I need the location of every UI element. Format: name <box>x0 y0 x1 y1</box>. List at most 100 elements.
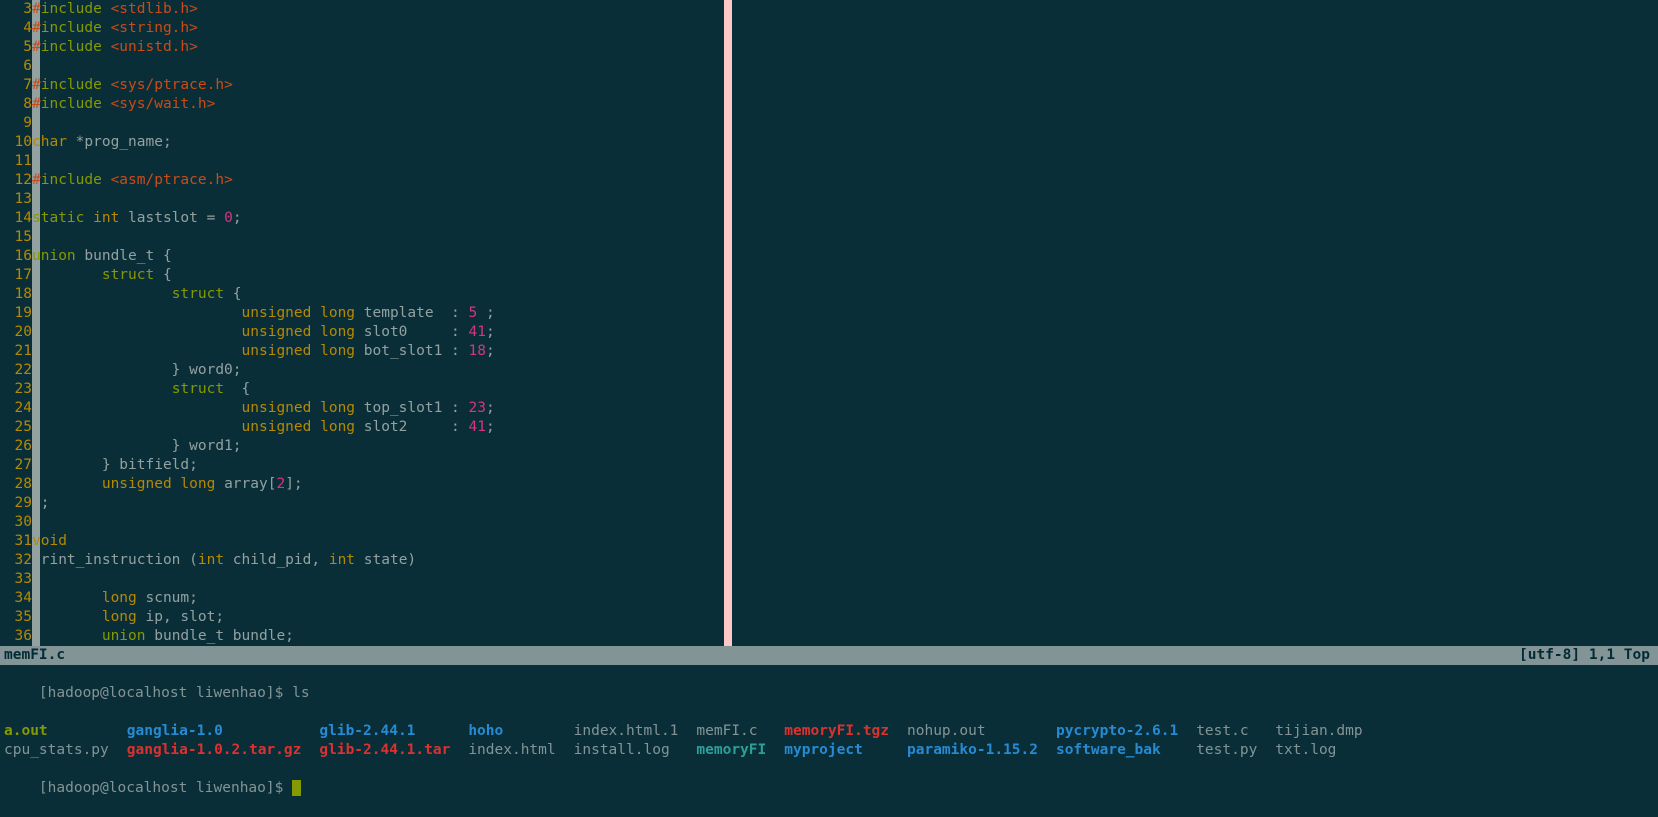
line-number: 14 <box>0 209 34 228</box>
shell-command: ls <box>292 685 309 701</box>
ls-entry: index.html <box>468 741 573 760</box>
code-line[interactable]: 17 struct { <box>0 266 1658 285</box>
line-number: 33 <box>0 570 34 589</box>
code-text: #include <string.h> <box>32 19 198 38</box>
ls-entry: memoryFI <box>696 741 784 760</box>
ls-entry: tijian.dmp <box>1275 722 1380 741</box>
code-line[interactable]: 3#include <stdlib.h> <box>0 0 1658 19</box>
line-number: 26 <box>0 437 34 456</box>
code-line[interactable]: 14static int lastslot = 0; <box>0 209 1658 228</box>
code-line[interactable]: 6 <box>0 57 1658 76</box>
code-text: } word0; <box>32 361 242 380</box>
code-line[interactable]: 10char *prog_name; <box>0 133 1658 152</box>
ls-entry: ganglia-1.0.2.tar.gz <box>127 741 320 760</box>
code-text: struct { <box>32 266 172 285</box>
vim-statusline: memFI.c [utf-8] 1,1 Top <box>0 646 1658 665</box>
line-number: 11 <box>0 152 34 171</box>
code-text: #include <sys/ptrace.h> <box>32 76 233 95</box>
code-line[interactable]: 19 unsigned long template : 5 ; <box>0 304 1658 323</box>
code-line[interactable]: 20 unsigned long slot0 : 41; <box>0 323 1658 342</box>
code-line[interactable]: 24 unsigned long top_slot1 : 23; <box>0 399 1658 418</box>
code-text: union bundle_t { <box>32 247 172 266</box>
status-position: 1,1 <box>1589 647 1615 663</box>
terminal[interactable]: [hadoop@localhost liwenhao]$ ls a.outgan… <box>0 665 1658 817</box>
ls-entry: test.py <box>1196 741 1275 760</box>
ls-entry: memoryFI.tgz <box>784 722 907 741</box>
shell-prompt: [hadoop@localhost liwenhao]$ <box>39 685 292 701</box>
ls-entry: txt.log <box>1275 741 1380 760</box>
code-line[interactable]: 8#include <sys/wait.h> <box>0 95 1658 114</box>
code-line[interactable]: 29}; <box>0 494 1658 513</box>
cursor-column <box>32 152 40 171</box>
code-text: struct { <box>32 285 242 304</box>
code-line[interactable]: 13 <box>0 190 1658 209</box>
code-line[interactable]: 32print_instruction (int child_pid, int … <box>0 551 1658 570</box>
line-number: 36 <box>0 627 34 646</box>
code-line[interactable]: 5#include <unistd.h> <box>0 38 1658 57</box>
line-number: 31 <box>0 532 34 551</box>
code-line[interactable]: 9 <box>0 114 1658 133</box>
code-text: union bundle_t bundle; <box>32 627 294 646</box>
line-number: 25 <box>0 418 34 437</box>
code-line[interactable]: 11 <box>0 152 1658 171</box>
status-filename: memFI.c <box>4 646 65 665</box>
code-line[interactable]: 23 struct { <box>0 380 1658 399</box>
code-line[interactable]: 30 <box>0 513 1658 532</box>
code-text: static int lastslot = 0; <box>32 209 242 228</box>
status-encoding: [utf-8] <box>1519 647 1580 663</box>
ls-output: a.outganglia-1.0glib-2.44.1hohoindex.htm… <box>4 722 1381 760</box>
line-number: 12 <box>0 171 34 190</box>
line-number: 29 <box>0 494 34 513</box>
line-number: 8 <box>0 95 34 114</box>
line-number: 21 <box>0 342 34 361</box>
code-line[interactable]: 31void <box>0 532 1658 551</box>
code-text: } word1; <box>32 437 242 456</box>
code-line[interactable]: 27 } bitfield; <box>0 456 1658 475</box>
code-line[interactable]: 21 unsigned long bot_slot1 : 18; <box>0 342 1658 361</box>
status-scroll: Top <box>1624 647 1650 663</box>
code-line[interactable]: 26 } word1; <box>0 437 1658 456</box>
line-number: 23 <box>0 380 34 399</box>
code-text: long scnum; <box>32 589 198 608</box>
ls-entry: memFI.c <box>696 722 784 741</box>
code-line[interactable]: 18 struct { <box>0 285 1658 304</box>
code-line[interactable]: 16union bundle_t { <box>0 247 1658 266</box>
line-number: 7 <box>0 76 34 95</box>
code-line[interactable]: 7#include <sys/ptrace.h> <box>0 76 1658 95</box>
color-column <box>724 0 732 646</box>
line-number: 19 <box>0 304 34 323</box>
cursor-column <box>32 57 40 76</box>
code-text: #include <asm/ptrace.h> <box>32 171 233 190</box>
code-line[interactable]: 28 unsigned long array[2]; <box>0 475 1658 494</box>
ls-entry: paramiko-1.15.2 <box>907 741 1056 760</box>
ls-entry: myproject <box>784 741 907 760</box>
code-line[interactable]: 25 unsigned long slot2 : 41; <box>0 418 1658 437</box>
ls-entry: ganglia-1.0 <box>127 722 320 741</box>
code-text: { <box>32 570 41 589</box>
code-line[interactable]: 34 long scnum; <box>0 589 1658 608</box>
terminal-line: [hadoop@localhost liwenhao]$ ls <box>4 665 1658 722</box>
code-line[interactable]: 22 } word0; <box>0 361 1658 380</box>
ls-entry: pycrypto-2.6.1 <box>1056 722 1196 741</box>
line-number: 32 <box>0 551 34 570</box>
code-text: #include <stdlib.h> <box>32 0 198 19</box>
line-number: 30 <box>0 513 34 532</box>
code-line[interactable]: 33{ <box>0 570 1658 589</box>
line-number: 24 <box>0 399 34 418</box>
code-line[interactable]: 36 union bundle_t bundle; <box>0 627 1658 646</box>
code-line[interactable]: 35 long ip, slot; <box>0 608 1658 627</box>
line-number: 28 <box>0 475 34 494</box>
vim-editor[interactable]: 3#include <stdlib.h>4#include <string.h>… <box>0 0 1658 646</box>
line-number: 22 <box>0 361 34 380</box>
ls-entry: nohup.out <box>907 722 1056 741</box>
line-number: 34 <box>0 589 34 608</box>
code-text: unsigned long top_slot1 : 23; <box>32 399 495 418</box>
code-line[interactable]: 15 <box>0 228 1658 247</box>
ls-entry: hoho <box>468 722 573 741</box>
code-text: void <box>32 532 67 551</box>
ls-entry: test.c <box>1196 722 1275 741</box>
code-text: unsigned long slot0 : 41; <box>32 323 495 342</box>
code-line[interactable]: 12#include <asm/ptrace.h> <box>0 171 1658 190</box>
code-line[interactable]: 4#include <string.h> <box>0 19 1658 38</box>
line-number: 27 <box>0 456 34 475</box>
